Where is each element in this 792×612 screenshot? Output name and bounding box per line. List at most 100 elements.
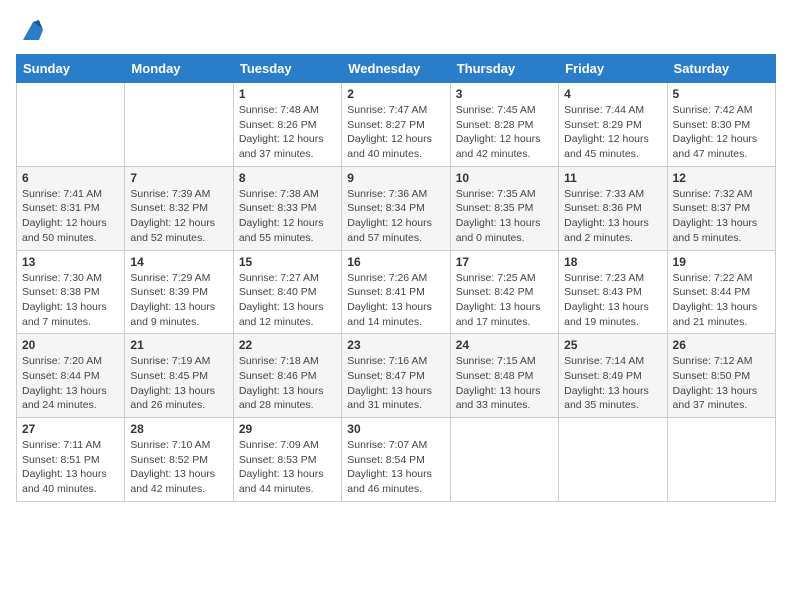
day-info: Sunrise: 7:36 AMSunset: 8:34 PMDaylight:… bbox=[347, 187, 444, 246]
day-info: Sunrise: 7:10 AMSunset: 8:52 PMDaylight:… bbox=[130, 438, 227, 497]
day-number: 15 bbox=[239, 255, 336, 269]
calendar-row: 27 Sunrise: 7:11 AMSunset: 8:51 PMDayligh… bbox=[17, 418, 776, 502]
calendar-cell: 26 Sunrise: 7:12 AMSunset: 8:50 PMDayligh… bbox=[667, 334, 775, 418]
day-number: 17 bbox=[456, 255, 553, 269]
day-number: 27 bbox=[22, 422, 119, 436]
calendar-cell: 10Sunrise: 7:35 AMSunset: 8:35 PMDayligh… bbox=[450, 166, 558, 250]
calendar-cell: 12 Sunrise: 7:32 AMSunset: 8:37 PMDayligh… bbox=[667, 166, 775, 250]
calendar-row: 20 Sunrise: 7:20 AMSunset: 8:44 PMDayligh… bbox=[17, 334, 776, 418]
day-info: Sunrise: 7:11 AMSunset: 8:51 PMDaylight:… bbox=[22, 438, 119, 497]
day-info: Sunrise: 7:45 AMSunset: 8:28 PMDaylight:… bbox=[456, 103, 553, 162]
day-info: Sunrise: 7:27 AMSunset: 8:40 PMDaylight:… bbox=[239, 271, 336, 330]
calendar-cell: 17 Sunrise: 7:25 AMSunset: 8:42 PMDayligh… bbox=[450, 250, 558, 334]
day-info: Sunrise: 7:19 AMSunset: 8:45 PMDaylight:… bbox=[130, 354, 227, 413]
calendar-cell: 21 Sunrise: 7:19 AMSunset: 8:45 PMDayligh… bbox=[125, 334, 233, 418]
day-number: 21 bbox=[130, 338, 227, 352]
day-number: 13 bbox=[22, 255, 119, 269]
calendar-cell: 22Sunrise: 7:18 AMSunset: 8:46 PMDayligh… bbox=[233, 334, 341, 418]
logo-icon bbox=[19, 16, 47, 44]
day-number: 1 bbox=[239, 87, 336, 101]
day-number: 22 bbox=[239, 338, 336, 352]
day-info: Sunrise: 7:38 AMSunset: 8:33 PMDaylight:… bbox=[239, 187, 336, 246]
day-number: 3 bbox=[456, 87, 553, 101]
calendar-cell bbox=[125, 83, 233, 167]
day-info: Sunrise: 7:15 AMSunset: 8:48 PMDaylight:… bbox=[456, 354, 553, 413]
calendar-cell bbox=[667, 418, 775, 502]
day-number: 4 bbox=[564, 87, 661, 101]
day-number: 16 bbox=[347, 255, 444, 269]
day-number: 19 bbox=[673, 255, 770, 269]
day-info: Sunrise: 7:16 AMSunset: 8:47 PMDaylight:… bbox=[347, 354, 444, 413]
day-number: 28 bbox=[130, 422, 227, 436]
weekday-header-sunday: Sunday bbox=[17, 55, 125, 83]
calendar-table: SundayMondayTuesdayWednesdayThursdayFrid… bbox=[16, 54, 776, 502]
calendar-cell: 6 Sunrise: 7:41 AMSunset: 8:31 PMDaylight… bbox=[17, 166, 125, 250]
day-info: Sunrise: 7:12 AMSunset: 8:50 PMDaylight:… bbox=[673, 354, 770, 413]
day-number: 11 bbox=[564, 171, 661, 185]
logo bbox=[16, 16, 47, 44]
weekday-header-thursday: Thursday bbox=[450, 55, 558, 83]
day-number: 9 bbox=[347, 171, 444, 185]
day-info: Sunrise: 7:30 AMSunset: 8:38 PMDaylight:… bbox=[22, 271, 119, 330]
calendar-cell: 7 Sunrise: 7:39 AMSunset: 8:32 PMDaylight… bbox=[125, 166, 233, 250]
calendar-cell: 8 Sunrise: 7:38 AMSunset: 8:33 PMDaylight… bbox=[233, 166, 341, 250]
weekday-header-tuesday: Tuesday bbox=[233, 55, 341, 83]
day-number: 25 bbox=[564, 338, 661, 352]
calendar-row: 13 Sunrise: 7:30 AMSunset: 8:38 PMDayligh… bbox=[17, 250, 776, 334]
calendar-cell: 29Sunrise: 7:09 AMSunset: 8:53 PMDayligh… bbox=[233, 418, 341, 502]
day-number: 14 bbox=[130, 255, 227, 269]
calendar-cell: 11 Sunrise: 7:33 AMSunset: 8:36 PMDayligh… bbox=[559, 166, 667, 250]
calendar-cell: 15 Sunrise: 7:27 AMSunset: 8:40 PMDayligh… bbox=[233, 250, 341, 334]
calendar-cell: 28 Sunrise: 7:10 AMSunset: 8:52 PMDayligh… bbox=[125, 418, 233, 502]
calendar-cell bbox=[450, 418, 558, 502]
day-number: 24 bbox=[456, 338, 553, 352]
day-info: Sunrise: 7:39 AMSunset: 8:32 PMDaylight:… bbox=[130, 187, 227, 246]
day-info: Sunrise: 7:22 AMSunset: 8:44 PMDaylight:… bbox=[673, 271, 770, 330]
calendar-row: 1 Sunrise: 7:48 AMSunset: 8:26 PMDaylight… bbox=[17, 83, 776, 167]
weekday-header-friday: Friday bbox=[559, 55, 667, 83]
weekday-header-wednesday: Wednesday bbox=[342, 55, 450, 83]
calendar-cell: 5 Sunrise: 7:42 AMSunset: 8:30 PMDaylight… bbox=[667, 83, 775, 167]
page-header bbox=[16, 16, 776, 44]
weekday-header-saturday: Saturday bbox=[667, 55, 775, 83]
day-info: Sunrise: 7:41 AMSunset: 8:31 PMDaylight:… bbox=[22, 187, 119, 246]
weekday-header-row: SundayMondayTuesdayWednesdayThursdayFrid… bbox=[17, 55, 776, 83]
calendar-cell: 19 Sunrise: 7:22 AMSunset: 8:44 PMDayligh… bbox=[667, 250, 775, 334]
weekday-header-monday: Monday bbox=[125, 55, 233, 83]
day-info: Sunrise: 7:44 AMSunset: 8:29 PMDaylight:… bbox=[564, 103, 661, 162]
calendar-cell: 9 Sunrise: 7:36 AMSunset: 8:34 PMDaylight… bbox=[342, 166, 450, 250]
day-info: Sunrise: 7:25 AMSunset: 8:42 PMDaylight:… bbox=[456, 271, 553, 330]
day-number: 10 bbox=[456, 171, 553, 185]
calendar-cell: 1 Sunrise: 7:48 AMSunset: 8:26 PMDaylight… bbox=[233, 83, 341, 167]
day-number: 12 bbox=[673, 171, 770, 185]
calendar-cell: 2 Sunrise: 7:47 AMSunset: 8:27 PMDaylight… bbox=[342, 83, 450, 167]
day-number: 7 bbox=[130, 171, 227, 185]
calendar-cell: 24 Sunrise: 7:15 AMSunset: 8:48 PMDayligh… bbox=[450, 334, 558, 418]
day-info: Sunrise: 7:33 AMSunset: 8:36 PMDaylight:… bbox=[564, 187, 661, 246]
calendar-row: 6 Sunrise: 7:41 AMSunset: 8:31 PMDaylight… bbox=[17, 166, 776, 250]
day-number: 30 bbox=[347, 422, 444, 436]
day-info: Sunrise: 7:14 AMSunset: 8:49 PMDaylight:… bbox=[564, 354, 661, 413]
day-info: Sunrise: 7:07 AMSunset: 8:54 PMDaylight:… bbox=[347, 438, 444, 497]
day-info: Sunrise: 7:26 AMSunset: 8:41 PMDaylight:… bbox=[347, 271, 444, 330]
day-number: 2 bbox=[347, 87, 444, 101]
day-number: 26 bbox=[673, 338, 770, 352]
calendar-cell: 13 Sunrise: 7:30 AMSunset: 8:38 PMDayligh… bbox=[17, 250, 125, 334]
day-number: 18 bbox=[564, 255, 661, 269]
day-number: 8 bbox=[239, 171, 336, 185]
day-info: Sunrise: 7:47 AMSunset: 8:27 PMDaylight:… bbox=[347, 103, 444, 162]
day-number: 5 bbox=[673, 87, 770, 101]
calendar-cell: 3 Sunrise: 7:45 AMSunset: 8:28 PMDaylight… bbox=[450, 83, 558, 167]
day-info: Sunrise: 7:20 AMSunset: 8:44 PMDaylight:… bbox=[22, 354, 119, 413]
day-info: Sunrise: 7:32 AMSunset: 8:37 PMDaylight:… bbox=[673, 187, 770, 246]
calendar-cell: 14Sunrise: 7:29 AMSunset: 8:39 PMDayligh… bbox=[125, 250, 233, 334]
calendar-cell: 18Sunrise: 7:23 AMSunset: 8:43 PMDayligh… bbox=[559, 250, 667, 334]
calendar-cell bbox=[559, 418, 667, 502]
calendar-cell bbox=[17, 83, 125, 167]
calendar-cell: 27 Sunrise: 7:11 AMSunset: 8:51 PMDayligh… bbox=[17, 418, 125, 502]
day-number: 20 bbox=[22, 338, 119, 352]
day-number: 23 bbox=[347, 338, 444, 352]
day-info: Sunrise: 7:42 AMSunset: 8:30 PMDaylight:… bbox=[673, 103, 770, 162]
day-number: 6 bbox=[22, 171, 119, 185]
day-info: Sunrise: 7:48 AMSunset: 8:26 PMDaylight:… bbox=[239, 103, 336, 162]
